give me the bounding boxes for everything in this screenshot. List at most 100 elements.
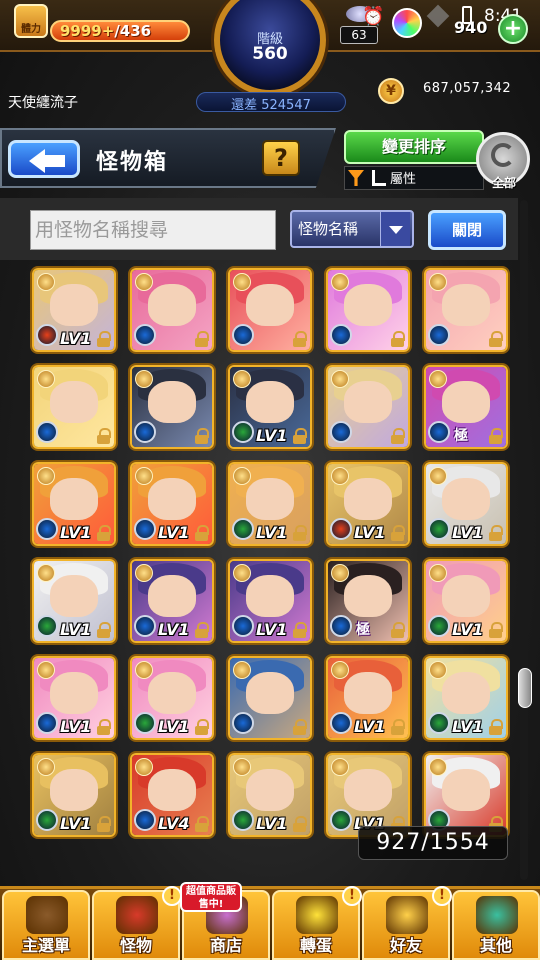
medal-icon (37, 758, 55, 776)
rank-orb: 階級 560 (214, 0, 326, 96)
medal-icon (429, 564, 447, 582)
monster-level: LV4 (158, 814, 190, 833)
monster-card[interactable]: LV1 (228, 753, 312, 837)
monster-card[interactable]: 極 (424, 365, 508, 449)
monster-face (148, 478, 196, 520)
element-wood-icon (428, 615, 450, 637)
medal-icon (233, 467, 251, 485)
nav-icon (386, 896, 428, 934)
search-input[interactable] (30, 210, 276, 250)
monster-box-screen: 體力 9999+/436 階級 560 63 ⏰ 8:41 940 + 天使纏流… (0, 0, 540, 960)
stamina-icon: 體力 (14, 4, 48, 38)
element-water-icon (232, 712, 254, 734)
nav-label: 轉蛋 (299, 936, 332, 955)
nav-label: 商店 (209, 936, 242, 955)
monster-card[interactable]: LV1 (424, 656, 508, 740)
stamina-max: /436 (114, 22, 152, 40)
monster-card[interactable]: LV1 (326, 656, 410, 740)
element-water-icon (36, 518, 58, 540)
medal-icon (429, 661, 447, 679)
nav-item[interactable]: 其他 (452, 890, 540, 960)
monster-card[interactable] (228, 268, 312, 352)
rank-value: 560 (252, 44, 288, 64)
medal-icon (135, 370, 153, 388)
monster-card[interactable]: LV1 (228, 462, 312, 546)
monster-card[interactable]: LV1 (326, 753, 410, 837)
scrollbar-track[interactable] (520, 200, 528, 880)
nav-item[interactable]: 怪物! (92, 886, 182, 960)
monster-card[interactable]: LV1 (228, 365, 312, 449)
page-title: 怪物箱 (96, 150, 169, 175)
monster-card[interactable] (326, 268, 410, 352)
monster-card[interactable] (130, 268, 214, 352)
medal-icon (429, 467, 447, 485)
monster-card[interactable]: LV1 (130, 462, 214, 546)
back-button[interactable] (8, 140, 80, 178)
monster-card[interactable]: 極 (326, 559, 410, 643)
element-water-icon (134, 421, 156, 443)
monster-card[interactable]: LV1 (32, 559, 116, 643)
element-wood-icon (36, 615, 58, 637)
refresh-icon (491, 143, 515, 167)
monster-card[interactable] (32, 365, 116, 449)
sale-badge: 超值商品販售中! (180, 882, 242, 912)
monster-card[interactable]: LV1 (424, 559, 508, 643)
chevron-down-icon[interactable] (380, 212, 410, 246)
lock-icon (292, 331, 308, 347)
help-button[interactable]: ? (262, 140, 300, 176)
gem-count: 63 (340, 26, 378, 44)
monster-card[interactable]: LV1 (326, 462, 410, 546)
monster-face (344, 478, 392, 520)
monster-card[interactable]: LV1 (130, 656, 214, 740)
monster-level: LV1 (60, 814, 92, 833)
lock-icon (488, 622, 504, 638)
monster-card[interactable]: LV1 (228, 559, 312, 643)
lock-icon (194, 331, 210, 347)
medal-icon (37, 467, 55, 485)
medal-icon (429, 370, 447, 388)
nav-item[interactable]: 轉蛋! (272, 886, 362, 960)
sort-button[interactable]: 變更排序 (344, 130, 484, 164)
coin-icon: ¥ (378, 78, 404, 104)
medal-icon (37, 564, 55, 582)
stamina-value: 9999+/436 (60, 22, 151, 40)
monster-card[interactable] (326, 365, 410, 449)
player-name: 天使纏流子 (8, 95, 78, 111)
buy-orb-button[interactable]: + (498, 14, 528, 44)
nav-item[interactable]: 主選單 (2, 890, 90, 960)
monster-card[interactable]: LV4 (130, 753, 214, 837)
monster-card[interactable]: LV1 (32, 462, 116, 546)
orb-count: 940 (454, 18, 488, 37)
nav-icon (296, 896, 338, 934)
lock-icon (390, 719, 406, 735)
monster-face (344, 575, 392, 617)
monster-card[interactable]: LV1 (130, 559, 214, 643)
monster-face (246, 672, 294, 714)
notification-badge: ! (162, 886, 182, 906)
monster-card[interactable]: LV1 (32, 753, 116, 837)
close-search-button[interactable]: 關閉 (428, 210, 506, 250)
element-water-icon (134, 615, 156, 637)
scrollbar-thumb[interactable] (518, 668, 532, 708)
monster-card[interactable] (424, 268, 508, 352)
monster-level: LV1 (60, 620, 92, 639)
monster-card[interactable]: LV1 (32, 656, 116, 740)
monster-level: LV1 (256, 426, 288, 445)
element-water-icon (36, 712, 58, 734)
medal-icon (135, 758, 153, 776)
monster-face (148, 381, 196, 423)
nav-icon (116, 896, 158, 934)
medal-icon (233, 758, 251, 776)
medal-icon (429, 273, 447, 291)
lock-icon (390, 622, 406, 638)
monster-card[interactable] (424, 753, 508, 837)
medal-icon (37, 370, 55, 388)
lock-icon (194, 525, 210, 541)
monster-card[interactable]: LV1 (424, 462, 508, 546)
monster-card[interactable] (130, 365, 214, 449)
nav-item[interactable]: 好友! (362, 886, 452, 960)
monster-card[interactable] (228, 656, 312, 740)
medal-icon (135, 661, 153, 679)
orb-icon (392, 8, 422, 38)
monster-card[interactable]: LV1 (32, 268, 116, 352)
